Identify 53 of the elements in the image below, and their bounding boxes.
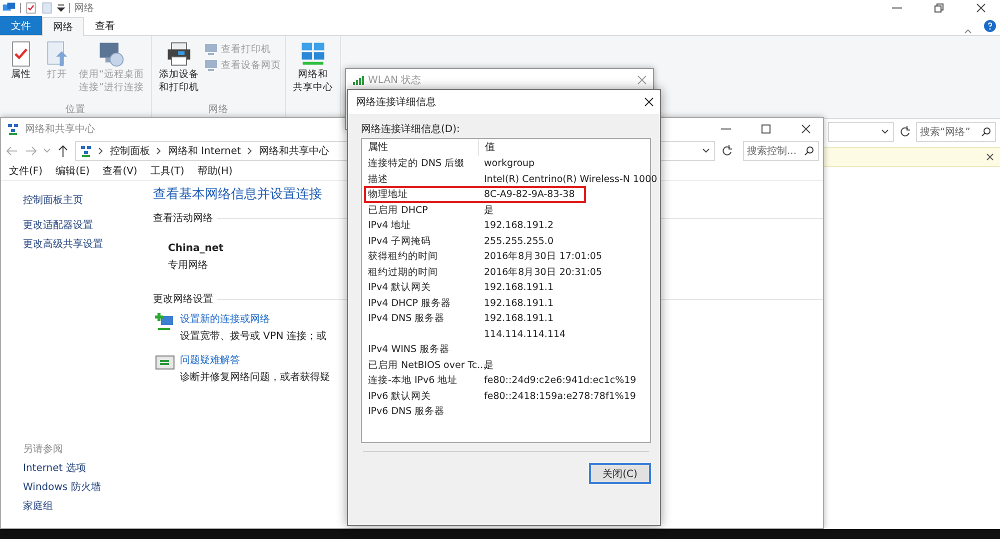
group-label: 网络 — [207, 103, 230, 117]
value-cell: 192.168.191.1 — [484, 313, 554, 324]
window-title: 网络 — [74, 2, 94, 15]
property-cell: 获得租约的时间 — [368, 251, 438, 262]
dialog-title: 网络连接详细信息 — [356, 96, 436, 109]
value-cell: fe80::24d9:c2e6:941d:ec1c%19 — [484, 375, 636, 386]
value-cell: 192.168.191.1 — [484, 298, 554, 309]
button-label: 添加设备 — [158, 68, 199, 81]
value-cell: 192.168.191.2 — [484, 220, 554, 232]
property-cell: 连接特定的 DNS 后缀 — [368, 158, 464, 170]
value-cell: 2016年8月30日 17:01:05 — [484, 251, 602, 262]
task-description: 设置宽带、拨号或 VPN 连接；或 — [180, 330, 327, 343]
property-cell: 物理地址 — [368, 189, 408, 200]
value-cell: 255.255.255.0 — [484, 236, 554, 247]
button-label: 使用“远程桌面 — [79, 68, 144, 81]
section-title: 更改网络设置 — [153, 292, 213, 306]
list-label: 网络连接详细信息(D): — [361, 122, 461, 136]
network-type: 专用网络 — [168, 258, 208, 272]
window-title: 网络和共享中心 — [25, 122, 95, 136]
button-label: 连接”进行连接 — [79, 81, 144, 94]
network-name: China_net — [168, 243, 224, 254]
property-cell: 租约过期的时间 — [368, 266, 438, 278]
property-cell: 已启用 DHCP — [368, 204, 428, 216]
button-label: 网络和 — [298, 68, 328, 81]
page-heading: 查看基本网络信息并设置连接 — [153, 186, 322, 203]
value-cell: workgroup — [484, 158, 535, 170]
button-label: 和打印机 — [158, 81, 199, 94]
value-cell: 2016年8月30日 20:31:05 — [484, 266, 602, 278]
value-cell: 8C-A9-82-9A-83-38 — [484, 189, 575, 200]
group-label: 位置 — [64, 103, 86, 117]
value-cell: Intel(R) Centrino(R) Wireless-N 1000 — [484, 174, 658, 185]
property-cell: IPv4 WINS 服务器 — [368, 344, 450, 356]
property-cell: IPv6 默认网关 — [368, 390, 432, 402]
value-cell: 是 — [484, 204, 494, 216]
button-label: 共享中心 — [292, 81, 333, 94]
task-description: 诊断并修复网络问题，或者获得疑 — [180, 370, 330, 384]
property-cell: IPv4 默认网关 — [368, 282, 432, 294]
property-cell: 描述 — [368, 174, 388, 185]
window-title: WLAN 状态 — [368, 74, 422, 87]
value-cell: fe80::2418:159a:e278:78f1%19 — [484, 390, 636, 402]
value-cell: 192.168.191.1 — [484, 282, 554, 294]
property-cell: IPv4 子网掩码 — [368, 236, 432, 247]
value-cell: 是 — [484, 360, 494, 371]
section-label: 另请参阅 — [23, 442, 64, 457]
property-cell: IPv4 DHCP 服务器 — [368, 298, 452, 309]
property-cell: 连接-本地 IPv6 地址 — [368, 375, 458, 386]
button-label: 属性 — [11, 68, 31, 81]
section-title: 查看活动网络 — [153, 212, 213, 225]
value-cell: 114.114.114.114 — [484, 328, 566, 340]
button-label: 打开 — [47, 68, 67, 81]
property-cell: IPv6 DNS 服务器 — [368, 406, 445, 418]
property-cell: IPv4 DNS 服务器 — [368, 313, 445, 324]
property-cell: IPv4 地址 — [368, 220, 412, 232]
